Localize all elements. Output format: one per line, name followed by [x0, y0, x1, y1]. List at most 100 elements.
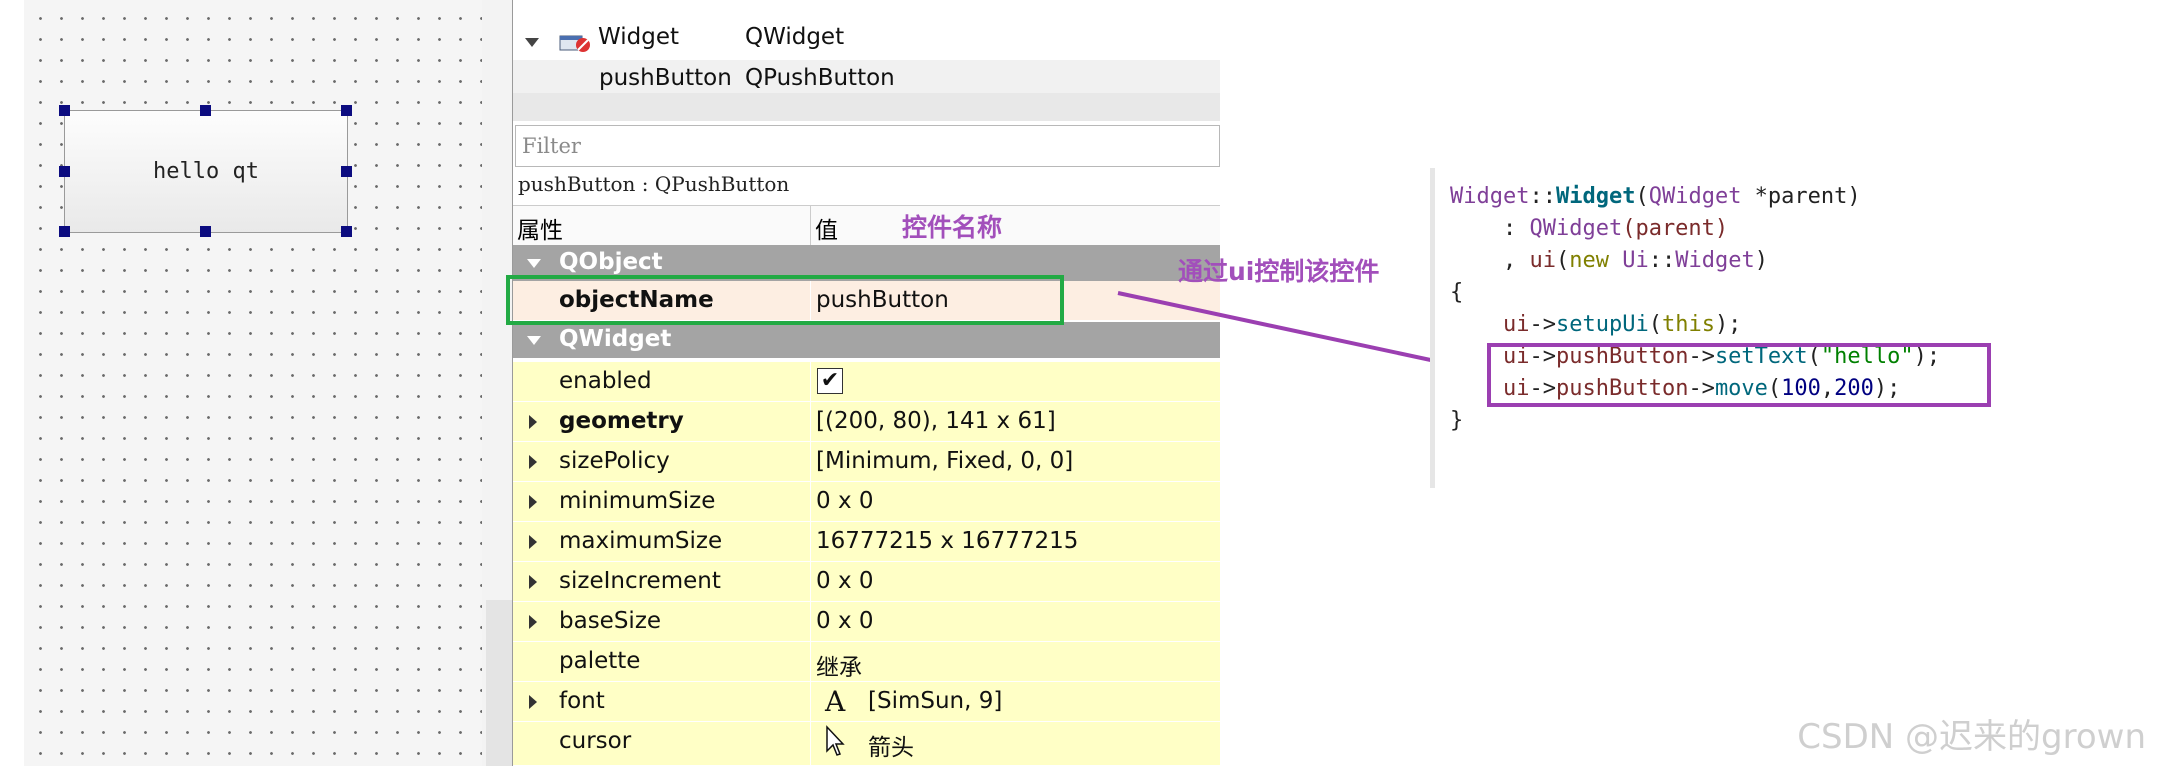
- property-row-geometry[interactable]: geometry [(200, 80), 141 x 61]: [513, 402, 1220, 442]
- expand-arrow-icon[interactable]: [529, 695, 537, 709]
- property-name: enabled: [559, 368, 652, 394]
- object-tree-name: Widget: [598, 24, 679, 50]
- property-value[interactable]: [(200, 80), 141 x 61]: [816, 408, 1056, 434]
- property-value[interactable]: [SimSun, 9]: [868, 688, 1002, 714]
- property-value[interactable]: 0 x 0: [816, 608, 874, 634]
- code-token: new: [1569, 248, 1609, 273]
- property-value[interactable]: 0 x 0: [816, 488, 874, 514]
- resize-handle-ml[interactable]: [59, 166, 70, 177]
- panel-separator-shade: [486, 600, 512, 766]
- resize-handle-tc[interactable]: [200, 105, 211, 116]
- object-tree-row-widget[interactable]: Widget QWidget: [513, 24, 1220, 56]
- property-value[interactable]: 0 x 0: [816, 568, 874, 594]
- code-line-5: ui->setupUi(this);: [1450, 312, 1741, 337]
- objectname-highlight-box: [506, 275, 1064, 325]
- code-token: (: [1555, 248, 1570, 273]
- designer-push-button-label: hello qt: [153, 159, 259, 184]
- code-token: (: [1648, 312, 1662, 337]
- header-property[interactable]: 属性: [517, 211, 563, 245]
- form-designer-canvas[interactable]: hello qt: [24, 0, 482, 766]
- group-label: QObject: [559, 249, 663, 275]
- code-token: Widget: [1675, 248, 1755, 273]
- property-name: sizeIncrement: [559, 568, 721, 594]
- property-row-enabled[interactable]: enabled ✔: [513, 362, 1220, 402]
- property-name: font: [559, 688, 605, 714]
- property-row-minimumsize[interactable]: minimumSize 0 x 0: [513, 482, 1220, 522]
- resize-handle-mr[interactable]: [341, 166, 352, 177]
- code-line-1: Widget::Widget(QWidget *parent): [1450, 184, 1861, 209]
- property-name: geometry: [559, 408, 684, 434]
- code-token: ::: [1529, 184, 1556, 209]
- property-inspector: Widget QWidget pushButton QPushButton Fi…: [512, 0, 1220, 766]
- property-row-basesize[interactable]: baseSize 0 x 0: [513, 602, 1220, 642]
- resize-handle-tl[interactable]: [59, 105, 70, 116]
- resize-handle-tr[interactable]: [341, 105, 352, 116]
- enabled-checkbox[interactable]: ✔: [817, 368, 843, 394]
- code-highlight-box: [1487, 343, 1991, 407]
- property-value[interactable]: [Minimum, Fixed, 0, 0]: [816, 448, 1073, 474]
- code-token: );: [1714, 312, 1742, 337]
- property-row-cursor[interactable]: cursor 箭头: [513, 722, 1220, 766]
- resize-handle-bc[interactable]: [200, 226, 211, 237]
- code-token: (parent): [1622, 216, 1729, 241]
- object-tree-class: QWidget: [745, 24, 845, 50]
- widget-icon: [559, 35, 590, 52]
- code-editor-panel: Widget::Widget(QWidget *parent) : QWidge…: [1430, 168, 2015, 488]
- group-qwidget[interactable]: QWidget: [513, 322, 1220, 358]
- resize-handle-br[interactable]: [341, 226, 352, 237]
- property-row-sizeincrement[interactable]: sizeIncrement 0 x 0: [513, 562, 1220, 602]
- expand-arrow-icon[interactable]: [529, 535, 537, 549]
- collapse-arrow-icon[interactable]: [525, 38, 539, 47]
- designer-push-button[interactable]: hello qt: [64, 110, 348, 233]
- dock-splitter[interactable]: [513, 93, 1220, 121]
- expand-arrow-icon[interactable]: [529, 575, 537, 589]
- property-name: baseSize: [559, 608, 662, 634]
- column-divider: [810, 482, 811, 521]
- property-row-font[interactable]: font A [SimSun, 9]: [513, 682, 1220, 722]
- property-value[interactable]: 16777215 x 16777215: [816, 528, 1078, 554]
- property-row-sizepolicy[interactable]: sizePolicy [Minimum, Fixed, 0, 0]: [513, 442, 1220, 482]
- arrow-cursor-icon: [826, 725, 845, 756]
- collapse-arrow-icon[interactable]: [527, 336, 541, 345]
- group-label: QWidget: [559, 326, 672, 352]
- object-tree-class: QPushButton: [745, 65, 895, 91]
- collapse-arrow-icon[interactable]: [527, 259, 541, 268]
- expand-arrow-icon[interactable]: [529, 495, 537, 509]
- expand-arrow-icon[interactable]: [529, 455, 537, 469]
- annotation-control-via-ui: 通过ui控制该控件: [1178, 257, 1380, 286]
- code-token: ui: [1502, 312, 1530, 337]
- expand-arrow-icon[interactable]: [529, 415, 537, 429]
- header-divider[interactable]: [810, 206, 811, 245]
- code-token: ,: [1450, 248, 1530, 273]
- property-name: minimumSize: [559, 488, 716, 514]
- current-object-label: pushButton : QPushButton: [518, 172, 790, 196]
- annotation-control-name: 控件名称: [902, 213, 1003, 242]
- column-divider: [810, 562, 811, 601]
- code-line-2: : QWidget(parent): [1450, 216, 1728, 241]
- property-row-palette[interactable]: palette 继承: [513, 642, 1220, 682]
- filter-placeholder: Filter: [522, 134, 581, 158]
- property-name: maximumSize: [559, 528, 723, 554]
- column-divider: [810, 642, 811, 681]
- code-token: :: [1450, 216, 1530, 241]
- header-value[interactable]: 值: [815, 211, 838, 245]
- code-token: setupUi: [1555, 312, 1649, 337]
- column-divider: [810, 522, 811, 561]
- property-value[interactable]: 继承: [816, 648, 862, 682]
- property-row-maximumsize[interactable]: maximumSize 16777215 x 16777215: [513, 522, 1220, 562]
- column-divider: [810, 362, 811, 401]
- code-token: Widget: [1555, 184, 1636, 209]
- object-tree-name: pushButton: [599, 65, 732, 91]
- code-line-8: }: [1450, 408, 1464, 433]
- property-filter-input[interactable]: Filter: [515, 125, 1220, 167]
- expand-arrow-icon[interactable]: [529, 615, 537, 629]
- resize-handle-bl[interactable]: [59, 226, 70, 237]
- column-divider: [810, 682, 811, 721]
- property-name: palette: [559, 648, 641, 674]
- code-token: Widget: [1450, 184, 1530, 209]
- property-value[interactable]: 箭头: [868, 728, 914, 762]
- object-tree-row-pushbutton[interactable]: pushButton QPushButton: [513, 60, 1220, 96]
- column-divider: [810, 442, 811, 481]
- font-icon: A: [825, 685, 846, 718]
